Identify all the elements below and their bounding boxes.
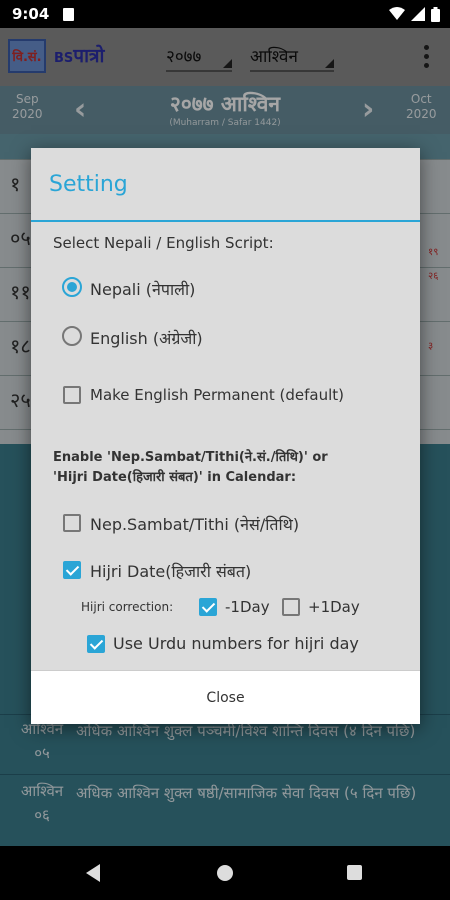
hijri-date-label[interactable]: Hijri Date(हिजारी संबत) (90, 560, 251, 582)
recents-icon[interactable] (347, 865, 362, 880)
nep-sambat-label[interactable]: Nep.Sambat/Tithi (नेसं/तिथि) (90, 513, 299, 535)
radio-english-label[interactable]: English (अंग्रेजी) (90, 327, 203, 349)
hijri-correction-label: Hijri correction: (81, 600, 174, 614)
urdu-numbers-checkbox[interactable] (87, 635, 105, 653)
close-button[interactable]: Close (31, 671, 420, 725)
plus-one-day-checkbox[interactable] (282, 598, 300, 616)
radio-english[interactable] (62, 326, 82, 346)
make-english-permanent-label[interactable]: Make English Permanent (default) (90, 386, 344, 404)
status-icons (389, 6, 440, 22)
nep-sambat-checkbox[interactable] (63, 514, 81, 532)
hijri-date-checkbox[interactable] (63, 561, 81, 579)
home-icon[interactable] (217, 865, 233, 881)
signal-icon (411, 7, 425, 21)
plus-one-day-label[interactable]: +1Day (308, 598, 360, 616)
system-nav-bar (0, 846, 450, 900)
dialog-footer: Close (31, 670, 420, 724)
battery-icon (431, 6, 440, 22)
enable-heading-line1: Enable 'Nep.Sambat/Tithi(ने.सं./तिथि)' o… (53, 450, 328, 465)
status-time: 9:04 (12, 5, 50, 23)
sd-card-icon (63, 7, 75, 21)
dialog-title: Setting (49, 172, 128, 197)
minus-one-day-checkbox[interactable] (199, 598, 217, 616)
urdu-numbers-label[interactable]: Use Urdu numbers for hijri day (113, 634, 359, 653)
radio-nepali-label[interactable]: Nepali (नेपाली) (90, 278, 195, 300)
make-english-permanent-checkbox[interactable] (63, 386, 81, 404)
radio-nepali[interactable] (62, 277, 82, 297)
wifi-icon (389, 7, 405, 20)
settings-dialog: Setting Select Nepali / English Script: … (31, 148, 420, 724)
script-heading: Select Nepali / English Script: (53, 234, 274, 252)
minus-one-day-label[interactable]: -1Day (225, 598, 270, 616)
back-icon[interactable] (86, 864, 100, 882)
status-bar: 9:04 (0, 0, 450, 28)
enable-heading-line2: 'Hijri Date(हिजारी संबत)' in Calendar: (53, 470, 297, 485)
app-screen: 9:04 वि.सं. BSपात्रो २०७७ आश्विन Sep 202… (0, 0, 450, 900)
title-divider (31, 220, 420, 222)
